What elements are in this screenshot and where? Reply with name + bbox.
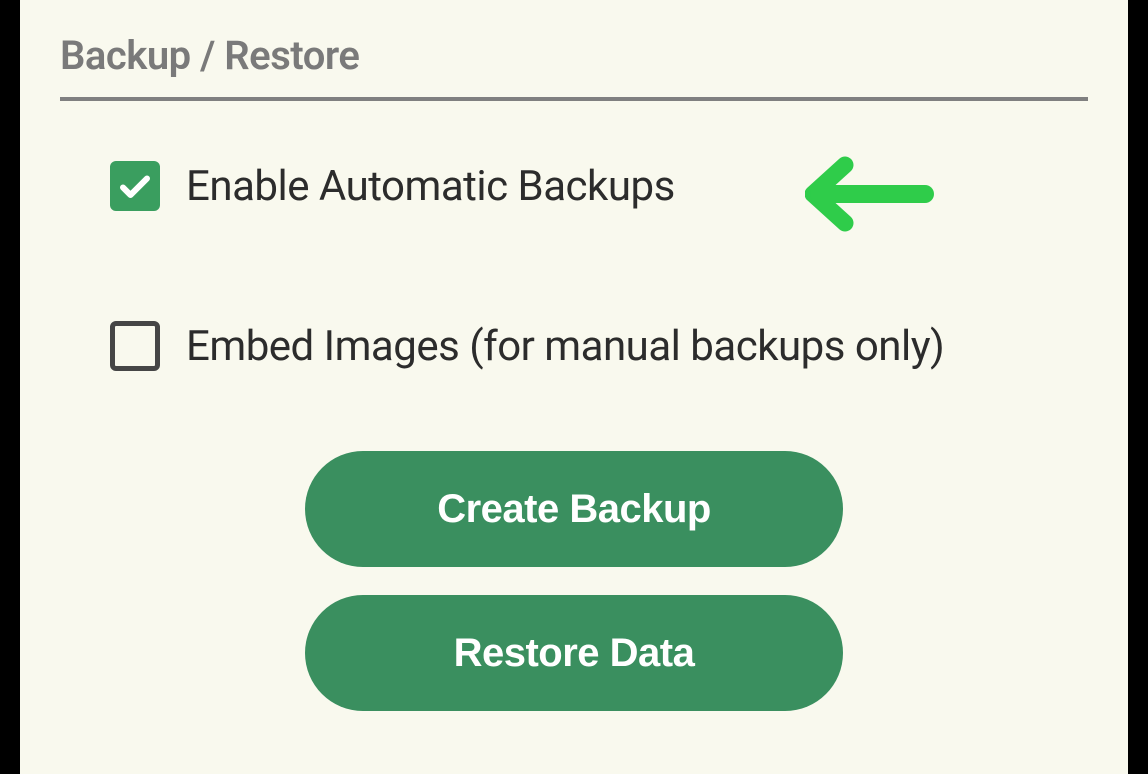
- backup-restore-panel: Backup / Restore Enable Automatic Backup…: [20, 0, 1128, 774]
- check-icon: [117, 168, 153, 204]
- embed-images-label: Embed Images (for manual backups only): [186, 322, 944, 371]
- create-backup-button[interactable]: Create Backup: [305, 451, 843, 567]
- automatic-backups-checkbox[interactable]: [110, 161, 160, 211]
- embed-images-checkbox[interactable]: [110, 321, 160, 371]
- section-divider: [60, 97, 1088, 101]
- embed-images-row[interactable]: Embed Images (for manual backups only): [110, 321, 1088, 371]
- section-title: Backup / Restore: [60, 32, 1088, 79]
- action-buttons-container: Create Backup Restore Data: [60, 451, 1088, 711]
- arrow-annotation: [805, 155, 935, 237]
- arrow-left-icon: [805, 155, 935, 233]
- automatic-backups-row[interactable]: Enable Automatic Backups: [110, 161, 1088, 211]
- automatic-backups-label: Enable Automatic Backups: [186, 162, 675, 211]
- restore-data-button[interactable]: Restore Data: [305, 595, 843, 711]
